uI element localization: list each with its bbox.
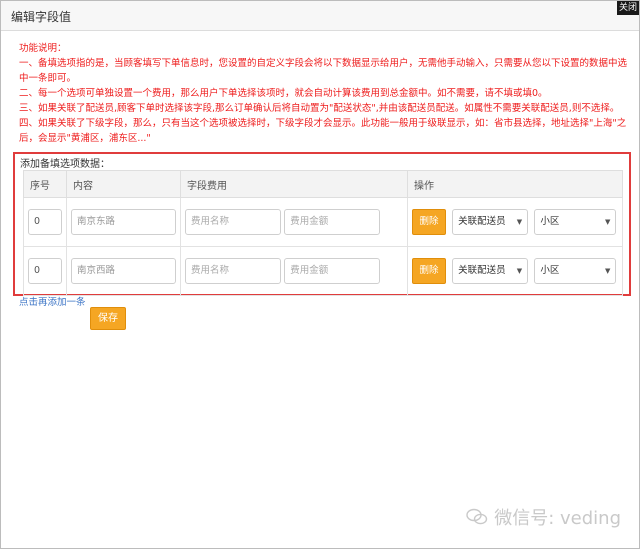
instruction-heading: 功能说明： (19, 43, 67, 54)
instruction-line-3: 三、如果关联了配送员,顾客下单时选择该字段,那么订单确认后将自动置为"配送状态"… (19, 103, 620, 114)
edit-field-dialog: 编辑字段值 关闭 功能说明： 一、备填选项指的是，当顾客填写下单信息时，您设置的… (0, 0, 640, 549)
area-select-value: 小区 (540, 216, 560, 227)
index-input[interactable]: 0 (28, 258, 62, 284)
watermark: 微信号: veding (466, 504, 621, 530)
fee-name-input[interactable]: 费用名称 (185, 258, 281, 284)
chevron-down-icon: ▼ (516, 267, 523, 275)
chevron-down-icon: ▼ (604, 218, 611, 226)
area-select[interactable]: 小区 ▼ (534, 209, 617, 235)
delete-button[interactable]: 删除 (411, 258, 446, 284)
table-row: 0 南京东路 费用名称 费用金额 删除 关联配送员 ▼ 小区 ▼ (23, 197, 624, 247)
delete-button[interactable]: 删除 (411, 209, 446, 235)
chevron-down-icon: ▼ (604, 267, 611, 275)
instruction-line-1: 一、备填选项指的是，当顾客填写下单信息时，您设置的自定义字段会将以下数据显示给用… (19, 58, 628, 84)
options-table: 序号 内容 字段费用 操作 0 南京东路 费用名称 费用金额 删除 关联配送员 … (23, 170, 624, 296)
save-button[interactable]: 保存 (90, 307, 126, 330)
content-input[interactable]: 南京东路 (71, 209, 176, 235)
courier-select-value: 关联配送员 (458, 265, 506, 276)
section-title: 添加备填选项数据： (20, 159, 110, 170)
index-input[interactable]: 0 (28, 209, 62, 235)
instruction-line-4: 四、如果关联了下级字段，那么，只有当这个选项被选择时，下级字段才会显示。此功能一… (19, 118, 627, 144)
header-index: 序号 (23, 170, 67, 198)
fee-name-input[interactable]: 费用名称 (185, 209, 281, 235)
header-fee: 字段费用 (180, 170, 408, 198)
courier-select-value: 关联配送员 (458, 216, 506, 227)
watermark-text: 微信号: veding (494, 508, 621, 529)
dialog-titlebar: 编辑字段值 关闭 (1, 1, 639, 31)
instruction-line-2: 二、每一个选项可单独设置一个费用，那么用户下单选择该项时，就会自动计算该费用到总… (19, 88, 548, 99)
fee-amount-input[interactable]: 费用金额 (284, 209, 381, 235)
dialog-title: 编辑字段值 (11, 10, 72, 24)
instructions: 功能说明： 一、备填选项指的是，当顾客填写下单信息时，您设置的自定义字段会将以下… (19, 41, 631, 146)
fee-amount-input[interactable]: 费用金额 (284, 258, 381, 284)
wechat-icon (466, 508, 488, 525)
close-button[interactable]: 关闭 (617, 1, 639, 15)
chevron-down-icon: ▼ (516, 218, 523, 226)
options-section: 添加备填选项数据： 序号 内容 字段费用 操作 0 南京东路 费用名称 费用金额… (13, 152, 631, 296)
table-row: 0 南京西路 费用名称 费用金额 删除 关联配送员 ▼ 小区 ▼ (23, 246, 624, 296)
table-header-row: 序号 内容 字段费用 操作 (23, 170, 624, 198)
courier-select[interactable]: 关联配送员 ▼ (452, 209, 529, 235)
header-content: 内容 (66, 170, 181, 198)
area-select[interactable]: 小区 ▼ (534, 258, 617, 284)
content-input[interactable]: 南京西路 (71, 258, 176, 284)
courier-select[interactable]: 关联配送员 ▼ (452, 258, 529, 284)
add-option-link[interactable]: 点击再添加一条 (19, 294, 86, 308)
header-actions: 操作 (406, 170, 624, 198)
area-select-value: 小区 (540, 265, 560, 276)
